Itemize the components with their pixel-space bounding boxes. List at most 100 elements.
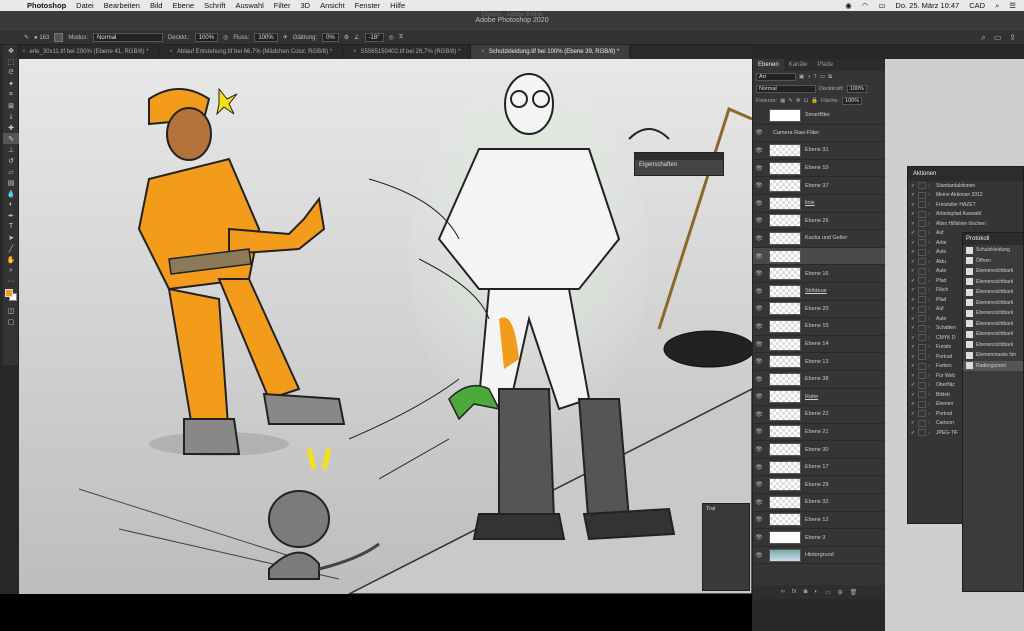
pressure-opacity-icon[interactable]: ◎ <box>223 34 228 41</box>
learn-panel[interactable]: Trai <box>702 503 750 591</box>
layer-row[interactable]: Smartfilter <box>753 107 885 125</box>
history-state[interactable]: Ebenensichtbark <box>963 277 1023 288</box>
action-toggle-check-icon[interactable]: ✓ <box>908 268 918 274</box>
filter-smart-icon[interactable]: ⧉ <box>828 74 832 81</box>
action-toggle-check-icon[interactable]: ✓ <box>908 335 918 341</box>
expand-arrow-icon[interactable]: › <box>928 373 936 379</box>
action-toggle-check-icon[interactable]: ✓ <box>908 202 918 208</box>
expand-arrow-icon[interactable]: › <box>928 192 936 198</box>
crop-tool-icon[interactable]: ⌗ <box>3 89 19 100</box>
visibility-eye-icon[interactable]: 👁 <box>753 393 765 400</box>
dialog-toggle-box[interactable] <box>918 296 926 304</box>
action-toggle-check-icon[interactable]: ✓ <box>908 183 918 189</box>
symmetry-icon[interactable]: ⧖ <box>399 34 403 41</box>
search-icon[interactable]: ⌕ <box>981 33 985 43</box>
dialog-toggle-box[interactable] <box>918 419 926 427</box>
dialog-toggle-box[interactable] <box>918 315 926 323</box>
actions-panel-title[interactable]: Aktionen <box>908 167 1023 181</box>
layer-row[interactable]: 👁 Ebene 31 <box>753 142 885 160</box>
visibility-eye-icon[interactable]: 👁 <box>753 182 765 189</box>
layer-name[interactable]: Ratte <box>805 394 885 400</box>
action-item[interactable]: ✓ › Arbeitspfad Auswahl <box>908 210 1023 220</box>
visibility-eye-icon[interactable]: 👁 <box>753 411 765 418</box>
layer-name[interactable]: Ebene 12 <box>805 517 885 523</box>
blend-mode-select[interactable]: Normal <box>756 85 816 93</box>
layer-row[interactable]: 👁 Ebene 26 <box>753 213 885 231</box>
visibility-eye-icon[interactable]: 👁 <box>753 165 765 172</box>
layer-row[interactable]: 👁 Kacka und Gelier <box>753 230 885 248</box>
visibility-eye-icon[interactable]: 👁 <box>753 446 765 453</box>
quick-mask-icon[interactable]: ◫ <box>3 305 19 316</box>
doc-tab-active[interactable]: × Schutzkleidung.tif bei 100% (Ebene 39, … <box>471 45 631 59</box>
visibility-eye-icon[interactable]: 👁 <box>753 552 765 559</box>
layer-name[interactable]: Ebene 30 <box>805 447 885 453</box>
layer-row[interactable]: 👁 Ebene 38 <box>753 371 885 389</box>
action-toggle-check-icon[interactable]: ✓ <box>908 211 918 217</box>
layer-thumbnail[interactable] <box>769 513 801 527</box>
eyedropper-tool-icon[interactable]: ⤓ <box>3 111 19 122</box>
layer-thumbnail[interactable] <box>769 179 801 193</box>
dialog-toggle-box[interactable] <box>918 229 926 237</box>
action-toggle-check-icon[interactable]: ✓ <box>908 344 918 350</box>
history-state[interactable]: Ebenensichtbark <box>963 329 1023 340</box>
dialog-toggle-box[interactable] <box>918 343 926 351</box>
dialog-toggle-box[interactable] <box>918 239 926 247</box>
action-toggle-check-icon[interactable]: ✓ <box>908 192 918 198</box>
expand-arrow-icon[interactable]: › <box>928 240 936 246</box>
layer-row[interactable]: 👁 Ebene 20 <box>753 301 885 319</box>
layer-fill-field[interactable]: 100% <box>842 97 863 105</box>
doc-tab[interactable]: × S5565150402.tif bei 26,7% (RGB/8) * <box>343 45 472 59</box>
workspace-icon[interactable]: ▭ <box>994 33 1002 43</box>
expand-arrow-icon[interactable]: › <box>928 325 936 331</box>
dialog-toggle-box[interactable] <box>918 258 926 266</box>
layer-name[interactable]: Ebene 10 <box>805 165 885 171</box>
action-toggle-check-icon[interactable]: ✓ <box>908 306 918 312</box>
expand-arrow-icon[interactable]: › <box>928 211 936 217</box>
angle-field[interactable]: -18° <box>364 33 384 42</box>
layer-thumbnail[interactable] <box>769 267 801 281</box>
link-layers-icon[interactable]: ∞ <box>781 589 785 595</box>
visibility-eye-icon[interactable]: 👁 <box>753 376 765 383</box>
type-tool-icon[interactable]: T <box>3 221 19 232</box>
dialog-toggle-box[interactable] <box>918 400 926 408</box>
lock-all-icon[interactable]: 🔒 <box>811 98 818 104</box>
action-toggle-check-icon[interactable]: ✓ <box>908 259 918 265</box>
layer-thumbnail[interactable] <box>769 196 801 210</box>
visibility-eye-icon[interactable]: 👁 <box>753 341 765 348</box>
dialog-toggle-box[interactable] <box>918 182 926 190</box>
history-state[interactable]: Ebenensichtbark <box>963 298 1023 309</box>
layer-row[interactable]: 👁 Ebene 32 <box>753 494 885 512</box>
expand-arrow-icon[interactable]: › <box>928 297 936 303</box>
layer-name[interactable]: Ebene 26 <box>805 218 885 224</box>
color-swatches[interactable] <box>3 287 18 305</box>
dialog-toggle-box[interactable] <box>918 353 926 361</box>
adjustment-layer-icon[interactable]: ◐ <box>814 589 818 595</box>
visibility-eye-icon[interactable]: 👁 <box>753 270 765 277</box>
close-icon[interactable]: × <box>353 49 357 55</box>
dialog-toggle-box[interactable] <box>918 391 926 399</box>
action-item[interactable]: ✓ › Meine Aktionen 2012 <box>908 191 1023 201</box>
pen-tool-icon[interactable]: ✒ <box>3 210 19 221</box>
history-state[interactable]: Radiergummi <box>963 360 1023 371</box>
share-icon[interactable]: ⇪ <box>1009 33 1016 43</box>
layer-thumbnail[interactable] <box>769 319 801 333</box>
history-state[interactable]: Ebenensichtbark <box>963 287 1023 298</box>
gradient-tool-icon[interactable]: ▤ <box>3 177 19 188</box>
layer-row[interactable]: 👁 Ratte <box>753 389 885 407</box>
visibility-eye-icon[interactable]: 👁 <box>753 464 765 471</box>
smoothing-options-gear-icon[interactable]: ⚙ <box>344 34 349 41</box>
filter-pixel-icon[interactable]: ▣ <box>799 74 804 80</box>
expand-arrow-icon[interactable]: › <box>928 287 936 293</box>
mode-select[interactable]: Normal <box>93 33 164 42</box>
layer-name[interactable]: Ebene 20 <box>805 306 885 312</box>
action-toggle-check-icon[interactable]: ✓ <box>908 373 918 379</box>
blur-tool-icon[interactable]: 💧 <box>3 188 19 199</box>
visibility-eye-icon[interactable]: 👁 <box>753 323 765 330</box>
layer-name[interactable]: Ebene 37 <box>805 183 885 189</box>
hand-tool-icon[interactable]: ✋ <box>3 254 19 265</box>
expand-arrow-icon[interactable]: › <box>928 354 936 360</box>
layer-thumbnail[interactable] <box>769 460 801 474</box>
layer-thumbnail[interactable] <box>769 407 801 421</box>
layer-row[interactable]: 👁 Ebene 10 <box>753 160 885 178</box>
layer-row[interactable]: 👁 Ebene 17 <box>753 459 885 477</box>
